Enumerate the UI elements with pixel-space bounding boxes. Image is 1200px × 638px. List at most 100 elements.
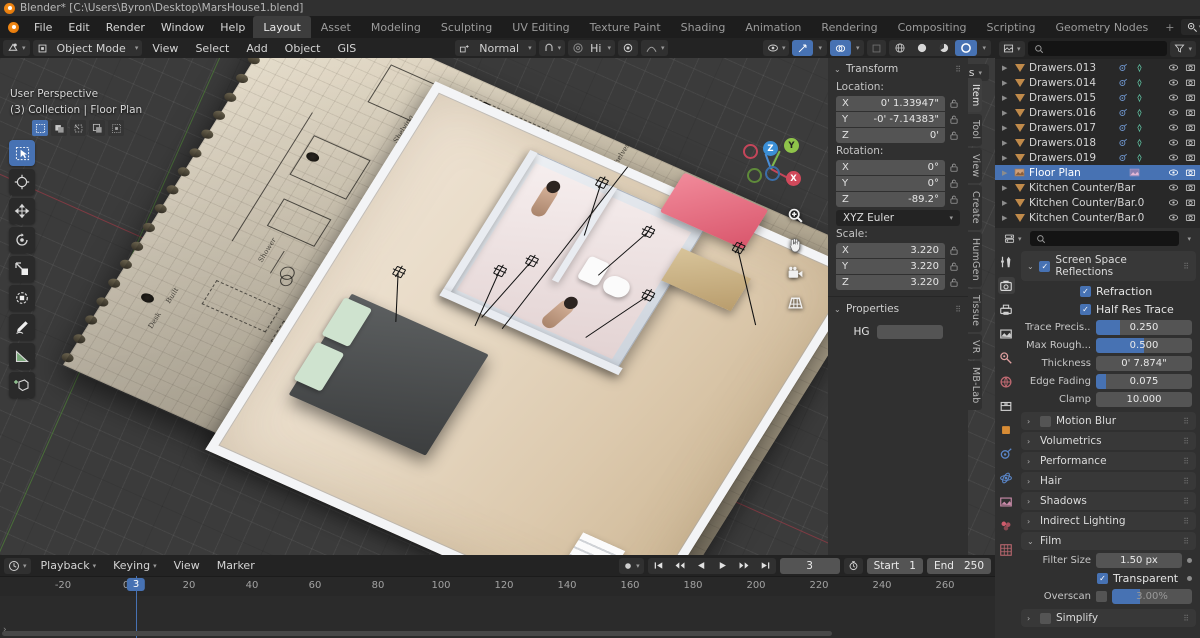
properties-editor[interactable]: ▾ ▾ ⌄ ✓ Screen Space Reflections ⠿ ✓ Ref… — [995, 228, 1200, 638]
play-icon[interactable] — [712, 560, 733, 571]
expand-arrow-icon[interactable]: ▶ — [1002, 64, 1010, 72]
clamp-row[interactable]: Clamp 10.000 — [1025, 391, 1192, 407]
workspace-tab-sculpting[interactable]: Sculpting — [431, 16, 502, 38]
location-fields[interactable]: X 0' 1.33947" Y -0' -7.14383" Z 0' — [828, 96, 968, 143]
half-res-trace-row[interactable]: ✓ Half Res Trace — [1025, 301, 1192, 317]
animate-property-icon[interactable] — [1187, 557, 1192, 563]
workspace-tab-modeling[interactable]: Modeling — [361, 16, 431, 38]
rotation-y-field[interactable]: Y 0° — [836, 176, 945, 191]
indirect-lighting-panel-header[interactable]: › Indirect Lighting ⠿ — [1021, 512, 1196, 530]
outliner-row-visibility[interactable] — [1168, 62, 1196, 73]
snap-magnet-icon[interactable]: ▾ — [538, 40, 566, 56]
scale-y-field[interactable]: Y 3.220 — [836, 259, 945, 274]
start-frame-value[interactable]: 1 — [909, 560, 916, 572]
scale-row-y[interactable]: Y 3.220 — [836, 259, 960, 274]
sidebar-tab-view[interactable]: View — [968, 147, 982, 184]
menu-window[interactable]: Window — [153, 16, 212, 38]
thickness-field[interactable]: 0' 7.874" — [1096, 355, 1192, 371]
workspace-tab-uv-editing[interactable]: UV Editing — [502, 16, 579, 38]
viewport-toolbar[interactable] — [9, 140, 35, 398]
sidebar-tab-vr[interactable]: VR — [968, 333, 982, 360]
timeline-editor-icon[interactable]: ▾ — [4, 557, 31, 574]
tweak-tool-icon[interactable] — [9, 140, 35, 166]
shading-mode-group[interactable]: ▾ — [889, 40, 991, 56]
rotate-tool-icon[interactable] — [9, 227, 35, 253]
outliner-item-label[interactable]: Kitchen Counter/Bar.0 — [1029, 197, 1144, 209]
chevron-right-icon[interactable]: › — [1027, 517, 1035, 526]
transform-orientation-selector[interactable]: Normal ▾ — [455, 40, 536, 56]
rotation-row-x[interactable]: X 0° — [836, 160, 960, 175]
location-row-z[interactable]: Z 0' — [836, 128, 960, 143]
annotate-tool-icon[interactable] — [9, 314, 35, 340]
output-properties-tab-icon[interactable] — [998, 301, 1015, 318]
object-properties-tab-icon[interactable] — [998, 421, 1015, 438]
editor-type-3dview-icon[interactable]: ▾ — [3, 40, 30, 56]
properties-search-input[interactable] — [1029, 231, 1180, 246]
ssr-panel-header[interactable]: ⌄ ✓ Screen Space Reflections ⠿ — [1021, 251, 1196, 281]
overscan-slider[interactable]: 3.00% — [1112, 588, 1192, 604]
refraction-row[interactable]: ✓ Refraction — [1025, 283, 1192, 299]
chevron-down-icon[interactable]: ⌄ — [1027, 537, 1035, 546]
outliner-row-visibility[interactable] — [1168, 137, 1196, 148]
object-data-properties-tab-icon[interactable] — [998, 493, 1015, 510]
outliner-row-visibility[interactable] — [1168, 152, 1196, 163]
pan-hand-icon[interactable] — [786, 235, 805, 254]
expand-arrow-icon[interactable]: ▶ — [1002, 109, 1010, 117]
rotation-mode-dropdown[interactable]: XYZ Euler ▾ — [836, 210, 960, 226]
scene-properties-tab-icon[interactable] — [998, 349, 1015, 366]
scale-tool-icon[interactable] — [9, 256, 35, 282]
sidebar-tab-create[interactable]: Create — [968, 185, 982, 230]
world-properties-tab-icon[interactable] — [998, 373, 1015, 390]
select-box-icon[interactable] — [51, 120, 67, 136]
simplify-checkbox[interactable] — [1040, 612, 1051, 624]
expand-arrow-icon[interactable]: ▶ — [1002, 124, 1010, 132]
scale-x-field[interactable]: X 3.220 — [836, 243, 945, 258]
gizmo-axis-y[interactable]: Y — [784, 138, 799, 153]
scene-selector[interactable]: ▾ Scene ✕ — [1181, 19, 1200, 35]
outliner-row-selected[interactable]: ▶ Floor Plan — [995, 165, 1200, 180]
wireframe-shading-icon[interactable] — [889, 40, 911, 56]
simplify-panel-header[interactable]: › Simplify ⠿ — [1021, 609, 1196, 627]
rotation-z-field[interactable]: Z -89.2° — [836, 192, 945, 207]
measure-tool-icon[interactable] — [9, 343, 35, 369]
select-extend-icon[interactable] — [108, 120, 124, 136]
outliner-display-mode-icon[interactable]: ▾ — [999, 40, 1025, 57]
properties-tab-column[interactable] — [995, 249, 1017, 638]
auto-keying-record-icon[interactable]: ▾ — [619, 557, 644, 574]
shadows-panel-header[interactable]: › Shadows ⠿ — [1021, 492, 1196, 510]
proportional-editing-toggle[interactable]: Hi ▾ — [568, 40, 615, 56]
workspace-tab-rendering[interactable]: Rendering — [811, 16, 887, 38]
play-reverse-icon[interactable] — [691, 560, 712, 571]
outliner-item-label[interactable]: Drawers.013 — [1029, 62, 1096, 74]
lock-icon[interactable] — [948, 177, 960, 190]
motion-blur-panel-header[interactable]: › Motion Blur ⠿ — [1021, 412, 1196, 430]
properties-panel-header[interactable]: ⌄ Properties ⠿ — [828, 296, 968, 319]
outliner-row-visibility[interactable] — [1168, 122, 1196, 133]
timeline-menu-marker[interactable]: Marker — [210, 559, 262, 572]
workspace-tab-scripting[interactable]: Scripting — [977, 16, 1046, 38]
clamp-field[interactable]: 10.000 — [1096, 391, 1192, 407]
modifier-properties-tab-icon[interactable] — [998, 445, 1015, 462]
texture-properties-tab-icon[interactable] — [998, 541, 1015, 558]
location-row-x[interactable]: X 0' 1.33947" — [836, 96, 960, 111]
expand-arrow-icon[interactable]: ▶ — [1002, 154, 1010, 162]
location-x-field[interactable]: X 0' 1.33947" — [836, 96, 945, 111]
outliner-item-label[interactable]: Floor Plan — [1029, 167, 1081, 179]
film-panel-header[interactable]: ⌄ Film ⠿ — [1021, 532, 1196, 550]
lock-icon[interactable] — [948, 276, 960, 289]
render-properties-tab-icon[interactable] — [997, 277, 1015, 294]
workspace-tab-asset[interactable]: Asset — [311, 16, 361, 38]
max-roughness-slider[interactable]: 0.500 — [1096, 337, 1192, 353]
timeline-horizontal-scrollbar[interactable] — [2, 631, 832, 636]
outliner-row-visibility[interactable] — [1168, 167, 1196, 178]
outliner-tree[interactable]: ▶ Drawers.013 ▶ Drawers.014 ▶ Drawers.01… — [995, 59, 1200, 225]
outliner-item-label[interactable]: Kitchen Counter/Bar.0 — [1029, 212, 1144, 224]
rendered-shading-icon[interactable] — [955, 40, 978, 56]
viewport-menu-object[interactable]: Object — [278, 42, 328, 55]
sidebar-tab-humgen[interactable]: HumGen — [968, 231, 982, 287]
scale-row-z[interactable]: Z 3.220 — [836, 275, 960, 290]
volumetrics-panel-header[interactable]: › Volumetrics ⠿ — [1021, 432, 1196, 450]
outliner-row-visibility[interactable] — [1168, 197, 1196, 208]
outliner-item-label[interactable]: Drawers.015 — [1029, 92, 1096, 104]
material-preview-shading-icon[interactable] — [933, 40, 955, 56]
